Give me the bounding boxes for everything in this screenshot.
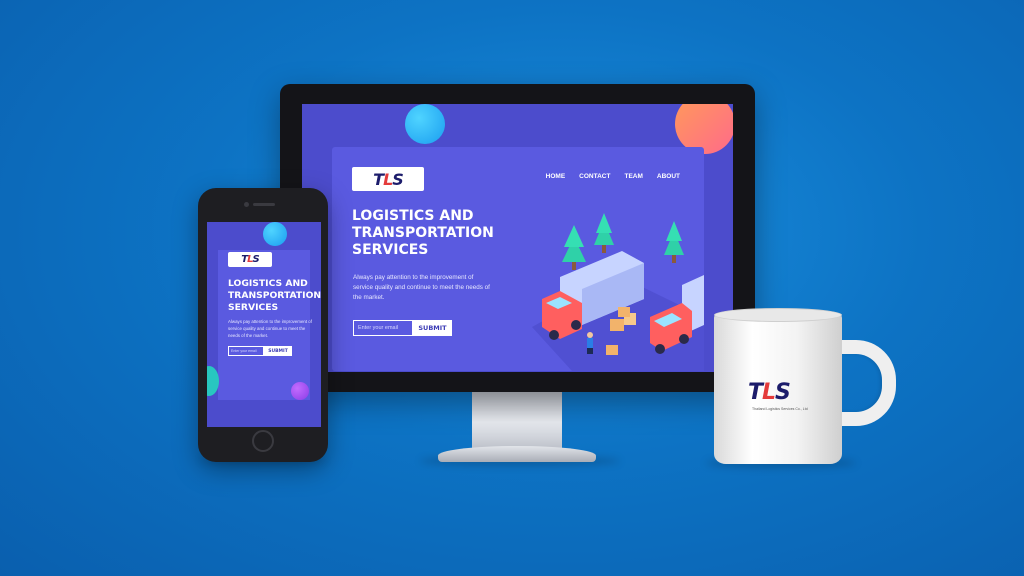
decorative-circle-blue xyxy=(263,222,287,246)
logo-letter: S xyxy=(775,380,791,405)
camera-icon xyxy=(244,202,249,207)
logo-letter: S xyxy=(252,254,260,265)
logo-letter: S xyxy=(392,169,403,189)
nav-team[interactable]: TEAM xyxy=(624,173,642,180)
logo-letter: T xyxy=(748,380,763,405)
mug-rim xyxy=(714,308,842,322)
hero-title: LOGISTICS AND TRANSPORTATION SERVICES xyxy=(352,208,502,259)
home-button[interactable] xyxy=(252,430,274,452)
hero-title-line: LOGISTICS AND xyxy=(352,208,474,224)
desktop-monitor: TLS HOME CONTACT TEAM ABOUT LOGISTICS AN… xyxy=(280,84,755,392)
mobile-screen: TLS LOGISTICS AND TRANSPORTATION SERVICE… xyxy=(207,222,321,427)
tree-icon xyxy=(664,221,684,263)
hero-title-line: TRANSPORTATION xyxy=(228,290,321,301)
main-nav: HOME CONTACT TEAM ABOUT xyxy=(546,173,680,180)
mobile-hero-title: LOGISTICS AND TRANSPORTATION SERVICES xyxy=(228,278,321,314)
monitor-stand-neck xyxy=(472,392,562,452)
nav-about[interactable]: ABOUT xyxy=(657,173,680,180)
logistics-illustration xyxy=(532,213,704,371)
hero-card: TLS HOME CONTACT TEAM ABOUT LOGISTICS AN… xyxy=(332,147,704,371)
hero-title-line: TRANSPORTATION xyxy=(352,225,494,241)
speaker-icon xyxy=(253,203,275,206)
monitor-stand-base xyxy=(438,446,596,462)
logo-letter: L xyxy=(383,169,393,189)
mobile-hero-description: Always pay attention to the improvement … xyxy=(228,319,312,338)
box-icon xyxy=(606,345,618,355)
submit-button[interactable]: SUBMIT xyxy=(264,346,292,356)
hero-title-line: SERVICES xyxy=(352,242,429,258)
subscribe-form: SUBMIT xyxy=(353,320,452,336)
email-input[interactable] xyxy=(228,346,264,356)
email-input[interactable] xyxy=(353,320,413,336)
tls-logo[interactable]: TLS xyxy=(352,167,424,191)
tree-icon xyxy=(594,213,614,253)
nav-home[interactable]: HOME xyxy=(546,173,566,180)
hero-title-line: SERVICES xyxy=(228,302,279,313)
logo-letter: T xyxy=(373,169,384,189)
person-icon xyxy=(587,332,593,354)
hero-description: Always pay attention to the improvement … xyxy=(353,274,490,301)
decorative-circle-blue xyxy=(405,104,445,144)
tree-icon xyxy=(562,225,586,270)
submit-button[interactable]: SUBMIT xyxy=(413,320,452,336)
nav-contact[interactable]: CONTACT xyxy=(579,173,610,180)
mobile-phone: TLS LOGISTICS AND TRANSPORTATION SERVICE… xyxy=(198,188,328,462)
desktop-screen: TLS HOME CONTACT TEAM ABOUT LOGISTICS AN… xyxy=(302,104,733,372)
mug-tagline: Thailand Logistics Services Co., Ltd xyxy=(752,407,808,411)
logo-letter: L xyxy=(762,380,776,405)
mug-logo: TLS xyxy=(748,380,791,405)
mobile-subscribe-form: SUBMIT xyxy=(228,346,292,356)
decorative-circle-purple xyxy=(291,382,309,400)
tls-logo[interactable]: TLS xyxy=(228,252,272,267)
hero-title-line: LOGISTICS AND xyxy=(228,278,308,289)
